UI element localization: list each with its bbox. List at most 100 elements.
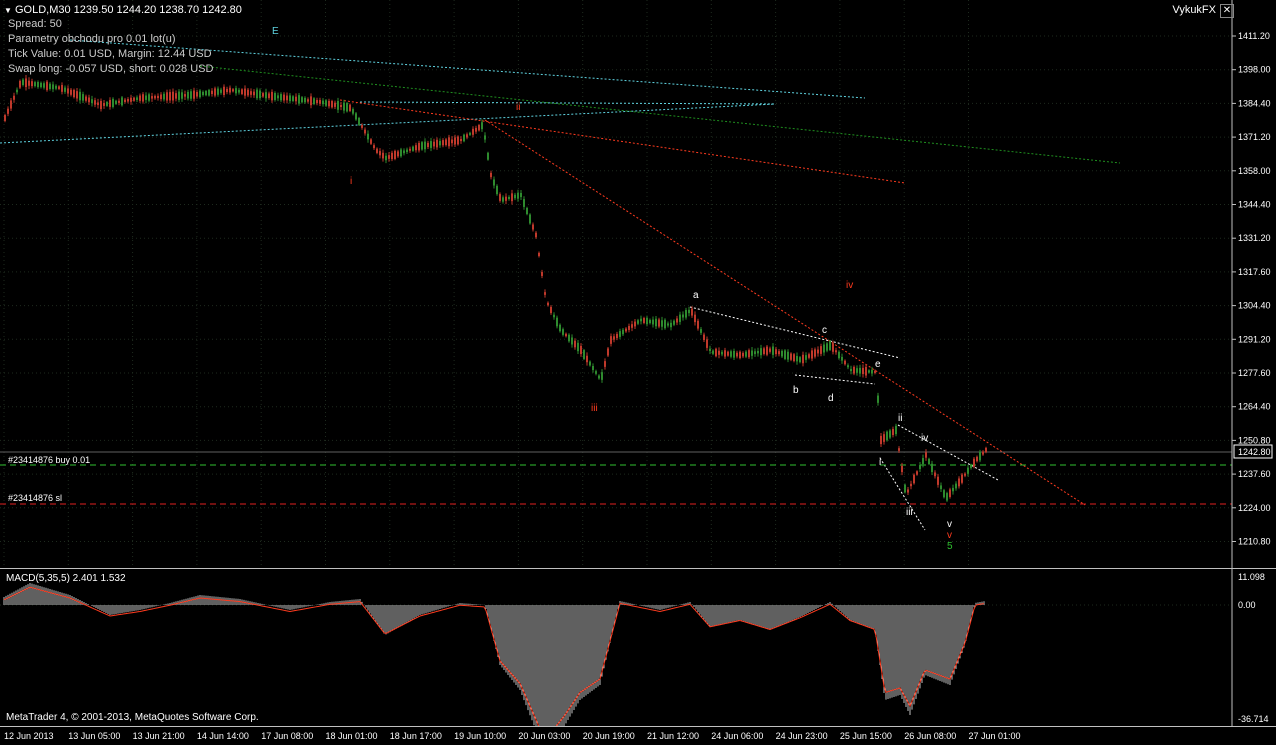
swap-text: Swap long: -0.057 USD, short: 0.028 USD: [8, 63, 214, 75]
candle-body: [700, 329, 702, 333]
candle-body: [817, 349, 819, 354]
wave-label-E: E: [272, 26, 279, 37]
candle-body: [868, 370, 870, 373]
candle-body: [892, 428, 894, 436]
candle-body: [67, 88, 69, 94]
candle-body: [589, 361, 591, 366]
red-trendline-main[interactable]: [484, 119, 1086, 506]
candle-body: [583, 350, 585, 359]
candle-body: [781, 350, 783, 357]
wave-label-small-v: v: [947, 519, 952, 530]
candle-body: [85, 96, 87, 101]
candle-body: [511, 193, 513, 202]
time-tick-label: 21 Jun 12:00: [647, 731, 700, 741]
cyan-lower-trendline[interactable]: [0, 103, 776, 144]
candle-body: [811, 350, 813, 359]
candle-body: [58, 86, 60, 90]
candle-body: [118, 100, 120, 103]
candle-body: [130, 97, 132, 102]
candle-body: [121, 97, 123, 106]
candle-body: [76, 91, 78, 99]
candle-body: [265, 92, 267, 99]
candle-body: [592, 366, 594, 370]
candle-body: [202, 91, 204, 96]
time-tick-label: 12 Jun 2013: [4, 731, 54, 741]
candle-body: [733, 350, 735, 358]
wave-label-d: d: [828, 393, 834, 404]
candle-body: [556, 317, 558, 327]
candle-body: [481, 122, 483, 130]
candle-body: [787, 351, 789, 360]
time-axis: [0, 726, 1276, 745]
candle-body: [106, 102, 108, 106]
wave-label-c: c: [822, 325, 827, 336]
candle-body: [283, 94, 285, 101]
candle-body: [88, 97, 90, 103]
candle-body: [514, 194, 516, 199]
price-tick-label: 1371.20: [1238, 132, 1271, 142]
candle-body: [571, 337, 573, 345]
candle-body: [877, 395, 879, 403]
candle-body: [814, 349, 816, 357]
candle-body: [760, 348, 762, 356]
candle-body: [307, 99, 309, 102]
candle-body: [313, 98, 315, 105]
candle-body: [652, 319, 654, 325]
candle-body: [451, 139, 453, 144]
candle-body: [820, 346, 822, 354]
candle-body: [604, 361, 606, 367]
candle-body: [310, 96, 312, 106]
macd-panel[interactable]: 11.098 0.00 -36.714: [0, 568, 1276, 726]
candle-body: [595, 371, 597, 374]
time-tick-label: 14 Jun 14:00: [196, 731, 249, 741]
candle-body: [775, 349, 777, 355]
price-tick-label: 1264.40: [1238, 402, 1271, 412]
candle-body: [601, 372, 603, 380]
candle-body: [955, 483, 957, 489]
candle-body: [574, 340, 576, 348]
broker-label: VykukFX: [1172, 4, 1216, 16]
candle-body: [499, 194, 501, 201]
candle-body: [664, 319, 666, 329]
trendlines[interactable]: [0, 39, 1232, 531]
candle-body: [97, 102, 99, 106]
candle-body: [424, 141, 426, 150]
candle-body: [712, 350, 714, 354]
price-axis: 1411.20 1398.00 1384.40 1371.20 1358.00 1344.…: [1232, 31, 1271, 547]
candle-body: [190, 91, 192, 99]
close-icon[interactable]: ✕: [1220, 4, 1234, 18]
candle-body: [502, 197, 504, 202]
candle-body: [367, 133, 369, 140]
wave-label-small-i: i: [879, 457, 881, 468]
candle-body: [985, 447, 987, 453]
candle-body: [643, 318, 645, 323]
candle-body: [439, 140, 441, 146]
time-tick-label: 13 Jun 21:00: [132, 731, 185, 741]
candle-body: [553, 314, 555, 318]
candle-body: [346, 103, 348, 112]
candle-body: [250, 91, 252, 95]
candle-body: [772, 346, 774, 355]
dropdown-triangle-icon[interactable]: ▼: [4, 6, 12, 15]
macd-tick-top: 11.098: [1238, 572, 1265, 582]
candle-body: [109, 99, 111, 107]
trade-params-text: Parametry obchodu pro 0.01 lot(u): [8, 33, 176, 45]
candle-body: [505, 196, 507, 201]
wave-label-iv: iv: [846, 280, 853, 291]
candle-body: [679, 314, 681, 322]
candle-body: [685, 309, 687, 318]
candle-body: [973, 458, 975, 467]
time-tick-label: 13 Jun 05:00: [68, 731, 121, 741]
price-chart[interactable]: 1411.20 1398.00 1384.40 1371.20 1358.00 1344.…: [0, 0, 1276, 568]
candle-body: [871, 369, 873, 374]
green-trendline[interactable]: [199, 65, 1121, 164]
candle-body: [544, 292, 546, 295]
buy-order-label: #23414876 buy 0.01: [8, 455, 90, 465]
candle-body: [673, 320, 675, 325]
candle-body: [421, 142, 423, 150]
candle-body: [694, 314, 696, 323]
candle-body: [982, 451, 984, 455]
candle-body: [184, 94, 186, 97]
candle-body: [661, 320, 663, 327]
candle-body: [436, 139, 438, 148]
